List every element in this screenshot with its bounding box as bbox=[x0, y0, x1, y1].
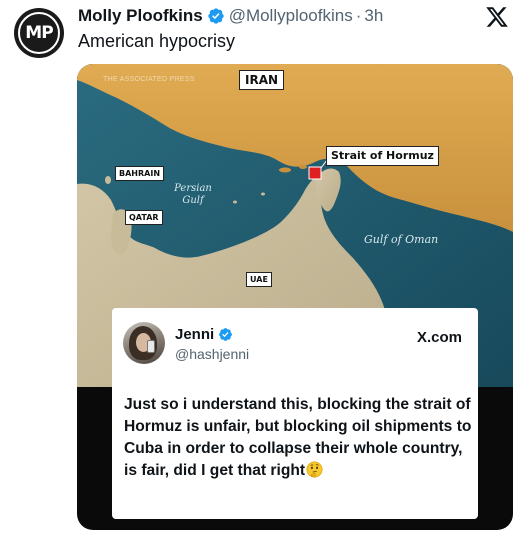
map-watermark: THE ASSOCIATED PRESS bbox=[103, 76, 195, 83]
map-label-strait: Strait of Hormuz bbox=[326, 146, 439, 166]
author-handle[interactable]: @Mollyploofkins bbox=[229, 6, 353, 26]
quoted-author-name-row: Jenni bbox=[175, 326, 237, 343]
quoted-author-name: Jenni bbox=[175, 326, 215, 343]
verified-badge-icon bbox=[219, 328, 233, 341]
strait-marker bbox=[308, 166, 322, 180]
tweet-text: American hypocrisy bbox=[78, 31, 236, 51]
quoted-author-avatar bbox=[123, 322, 165, 364]
map-label-gulf-of-oman: Gulf of Oman bbox=[364, 233, 439, 246]
map-label-persian-gulf: Persian Gulf bbox=[174, 183, 212, 206]
quoted-author-handle: @hashjenni bbox=[175, 346, 250, 362]
author-display-name[interactable]: Molly Ploofkins bbox=[78, 6, 203, 26]
map-label-qatar: QATAR bbox=[125, 210, 163, 225]
thinking-face-icon bbox=[306, 461, 323, 478]
quoted-brand-label: X.com bbox=[416, 329, 462, 346]
map-label-uae: UAE bbox=[246, 272, 272, 287]
verified-badge-icon bbox=[208, 8, 224, 24]
tweet-header: Molly Ploofkins @Mollyploofkins · 3h bbox=[78, 6, 383, 26]
quoted-post-text: Just so i understand this, blocking the … bbox=[124, 394, 472, 482]
x-logo-icon[interactable] bbox=[485, 5, 509, 29]
tweet-media[interactable]: THE ASSOCIATED PRESS IRAN Strait of Horm… bbox=[77, 64, 513, 530]
quoted-post-card: Jenni @hashjenni X.com Just so i underst… bbox=[112, 308, 478, 519]
post-timestamp[interactable]: 3h bbox=[364, 6, 383, 26]
quoted-post-body: Just so i understand this, blocking the … bbox=[124, 396, 472, 479]
map-label-iran: IRAN bbox=[239, 70, 285, 90]
map-label-bahrain: BAHRAIN bbox=[115, 166, 165, 181]
author-avatar[interactable]: MP bbox=[14, 8, 64, 58]
avatar-initials: MP bbox=[18, 12, 60, 54]
separator-dot: · bbox=[355, 6, 362, 25]
